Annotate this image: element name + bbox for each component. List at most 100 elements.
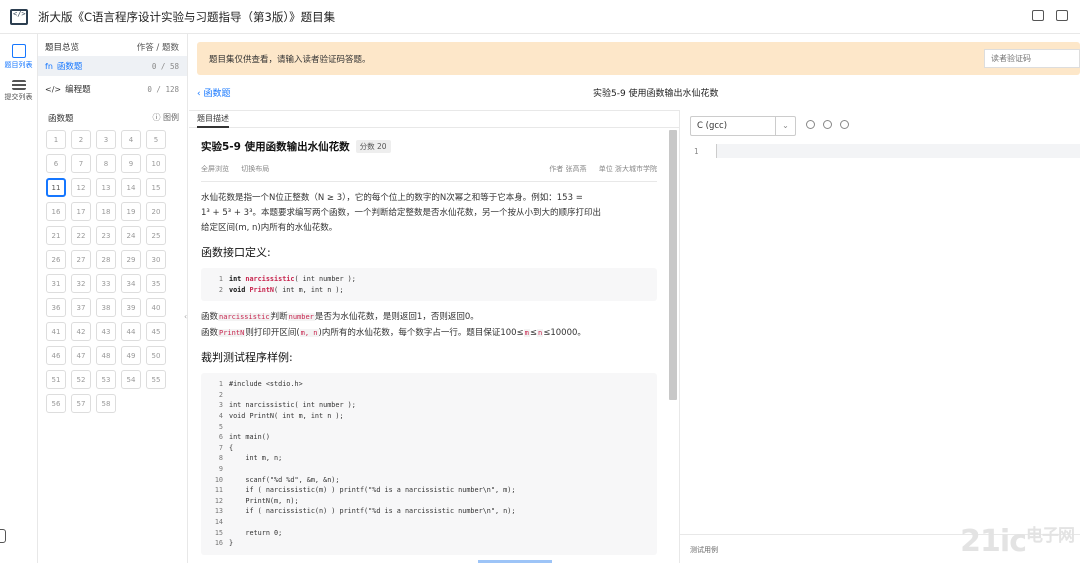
problem-number-15[interactable]: 15 (146, 178, 166, 197)
problem-number-14[interactable]: 14 (121, 178, 141, 197)
problem-number-2[interactable]: 2 (71, 130, 91, 149)
switch-layout-link[interactable]: 切换布局 (241, 165, 269, 173)
problem-number-52[interactable]: 52 (71, 370, 91, 389)
legend-button[interactable]: ⓘ 图例 (152, 112, 179, 124)
main-area: 题目集仅供查看，请输入读者验证码答题。 ‹ 函数题 实验5-9 使用函数输出水仙… (189, 34, 1080, 563)
problem-number-24[interactable]: 24 (121, 226, 141, 245)
problem-number-41[interactable]: 41 (46, 322, 66, 341)
problem-number-43[interactable]: 43 (96, 322, 116, 341)
problem-number-31[interactable]: 31 (46, 274, 66, 293)
problem-number-42[interactable]: 42 (71, 322, 91, 341)
problem-number-54[interactable]: 54 (121, 370, 141, 389)
back-link[interactable]: ‹ 函数题 (197, 86, 230, 99)
problem-title: 实验5-9 使用函数输出水仙花数 (201, 141, 350, 153)
problem-number-11[interactable]: 11 (46, 178, 66, 197)
problem-number-44[interactable]: 44 (121, 322, 141, 341)
page-title: 实验5-9 使用函数输出水仙花数 (593, 89, 719, 99)
fullscreen-link[interactable]: 全屏浏览 (201, 165, 229, 173)
gear-icon[interactable] (823, 120, 832, 129)
problem-number-26[interactable]: 26 (46, 250, 66, 269)
problem-number-grid: 1 2 3 4 5 6 7 8 9 10 11 12 13 14 15 16 17 18 19 20 21 22 23 24 2… (38, 130, 187, 413)
legend-label: 图例 (163, 113, 179, 122)
problem-number-34[interactable]: 34 (121, 274, 141, 293)
note-text: 是否为水仙花数，是则返回1，否则返回0。 (314, 312, 479, 323)
chevron-down-icon: ⌄ (775, 117, 795, 135)
line-number: 4 (218, 411, 223, 420)
problem-number-35[interactable]: 35 (146, 274, 166, 293)
description-paragraph: 水仙花数是指一个N位正整数（N ≥ 3），它的每个位上的数字的N次幂之和等于它本… (201, 191, 657, 236)
problem-number-10[interactable]: 10 (146, 154, 166, 173)
problem-number-55[interactable]: 55 (146, 370, 166, 389)
problem-number-21[interactable]: 21 (46, 226, 66, 245)
description-scrollbar[interactable] (669, 130, 677, 400)
sidebar-item-programming-problems[interactable]: </> 编程题 0 / 128 (38, 79, 187, 99)
collapse-sidebar-icon[interactable]: ‹ (184, 312, 187, 321)
problem-number-27[interactable]: 27 (71, 250, 91, 269)
problem-number-51[interactable]: 51 (46, 370, 66, 389)
problem-number-40[interactable]: 40 (146, 298, 166, 317)
problem-number-45[interactable]: 45 (146, 322, 166, 341)
problem-number-48[interactable]: 48 (96, 346, 116, 365)
line-number: 1 (218, 380, 223, 389)
problem-number-17[interactable]: 17 (71, 202, 91, 221)
rail-label: 提交列表 (4, 93, 33, 101)
problem-number-47[interactable]: 47 (71, 346, 91, 365)
problem-number-46[interactable]: 46 (46, 346, 66, 365)
problem-number-8[interactable]: 8 (96, 154, 116, 173)
code-line: 2 (201, 390, 657, 401)
rail-item-problem-list[interactable]: 题目列表 (0, 44, 37, 70)
problem-number-36[interactable]: 36 (46, 298, 66, 317)
problem-number-25[interactable]: 25 (146, 226, 166, 245)
sidebar-item-function-problems[interactable]: fn 函数题 0 / 58 (38, 56, 187, 76)
inline-code: m, n (299, 329, 319, 338)
problem-number-13[interactable]: 13 (96, 178, 116, 197)
problem-number-16[interactable]: 16 (46, 202, 66, 221)
panel-toggle-icon[interactable] (0, 529, 6, 543)
problem-number-32[interactable]: 32 (71, 274, 91, 293)
code-text: void PrintN( int m, int n ); (229, 411, 344, 420)
problem-number-9[interactable]: 9 (121, 154, 141, 173)
problem-number-38[interactable]: 38 (96, 298, 116, 317)
note-text: ≤ (529, 328, 538, 339)
problem-number-33[interactable]: 33 (96, 274, 116, 293)
problem-meta: 全屏浏览 切换布局 作者 张高燕 单位 浙大城市学院 (201, 164, 657, 182)
tab-label: 题目描述 (197, 111, 229, 128)
problem-number-56[interactable]: 56 (46, 394, 66, 413)
problem-number-4[interactable]: 4 (121, 130, 141, 149)
problem-number-30[interactable]: 30 (146, 250, 166, 269)
problem-number-49[interactable]: 49 (121, 346, 141, 365)
language-select[interactable]: C (gcc) ⌄ (690, 116, 796, 136)
problem-number-22[interactable]: 22 (71, 226, 91, 245)
problem-number-39[interactable]: 39 (121, 298, 141, 317)
problem-number-6[interactable]: 6 (46, 154, 66, 173)
help-icon[interactable] (840, 120, 849, 129)
problem-number-18[interactable]: 18 (96, 202, 116, 221)
line-number: 8 (218, 454, 223, 463)
problem-number-12[interactable]: 12 (71, 178, 91, 197)
code-text: int main() (229, 433, 270, 442)
problem-number-37[interactable]: 37 (71, 298, 91, 317)
history-icon[interactable] (806, 120, 815, 129)
problem-number-7[interactable]: 7 (71, 154, 91, 173)
code-line: 16} (201, 538, 657, 549)
problem-number-28[interactable]: 28 (96, 250, 116, 269)
code-editor[interactable]: 1 (680, 144, 1080, 534)
problem-number-3[interactable]: 3 (96, 130, 116, 149)
problem-number-50[interactable]: 50 (146, 346, 166, 365)
window-icon[interactable] (1056, 10, 1068, 21)
author-text: 作者 张高燕 (549, 165, 587, 173)
tab-description[interactable]: 题目描述 (189, 111, 679, 128)
problem-number-23[interactable]: 23 (96, 226, 116, 245)
problem-number-29[interactable]: 29 (121, 250, 141, 269)
section-label: 函数题 (48, 114, 74, 124)
problem-number-53[interactable]: 53 (96, 370, 116, 389)
problem-number-20[interactable]: 20 (146, 202, 166, 221)
problem-number-19[interactable]: 19 (121, 202, 141, 221)
rail-item-submissions[interactable]: 提交列表 (0, 80, 37, 102)
problem-number-5[interactable]: 5 (146, 130, 166, 149)
problem-number-57[interactable]: 57 (71, 394, 91, 413)
camera-icon[interactable] (1032, 10, 1044, 21)
problem-number-58[interactable]: 58 (96, 394, 116, 413)
reader-code-input[interactable] (984, 49, 1080, 68)
problem-number-1[interactable]: 1 (46, 130, 66, 149)
